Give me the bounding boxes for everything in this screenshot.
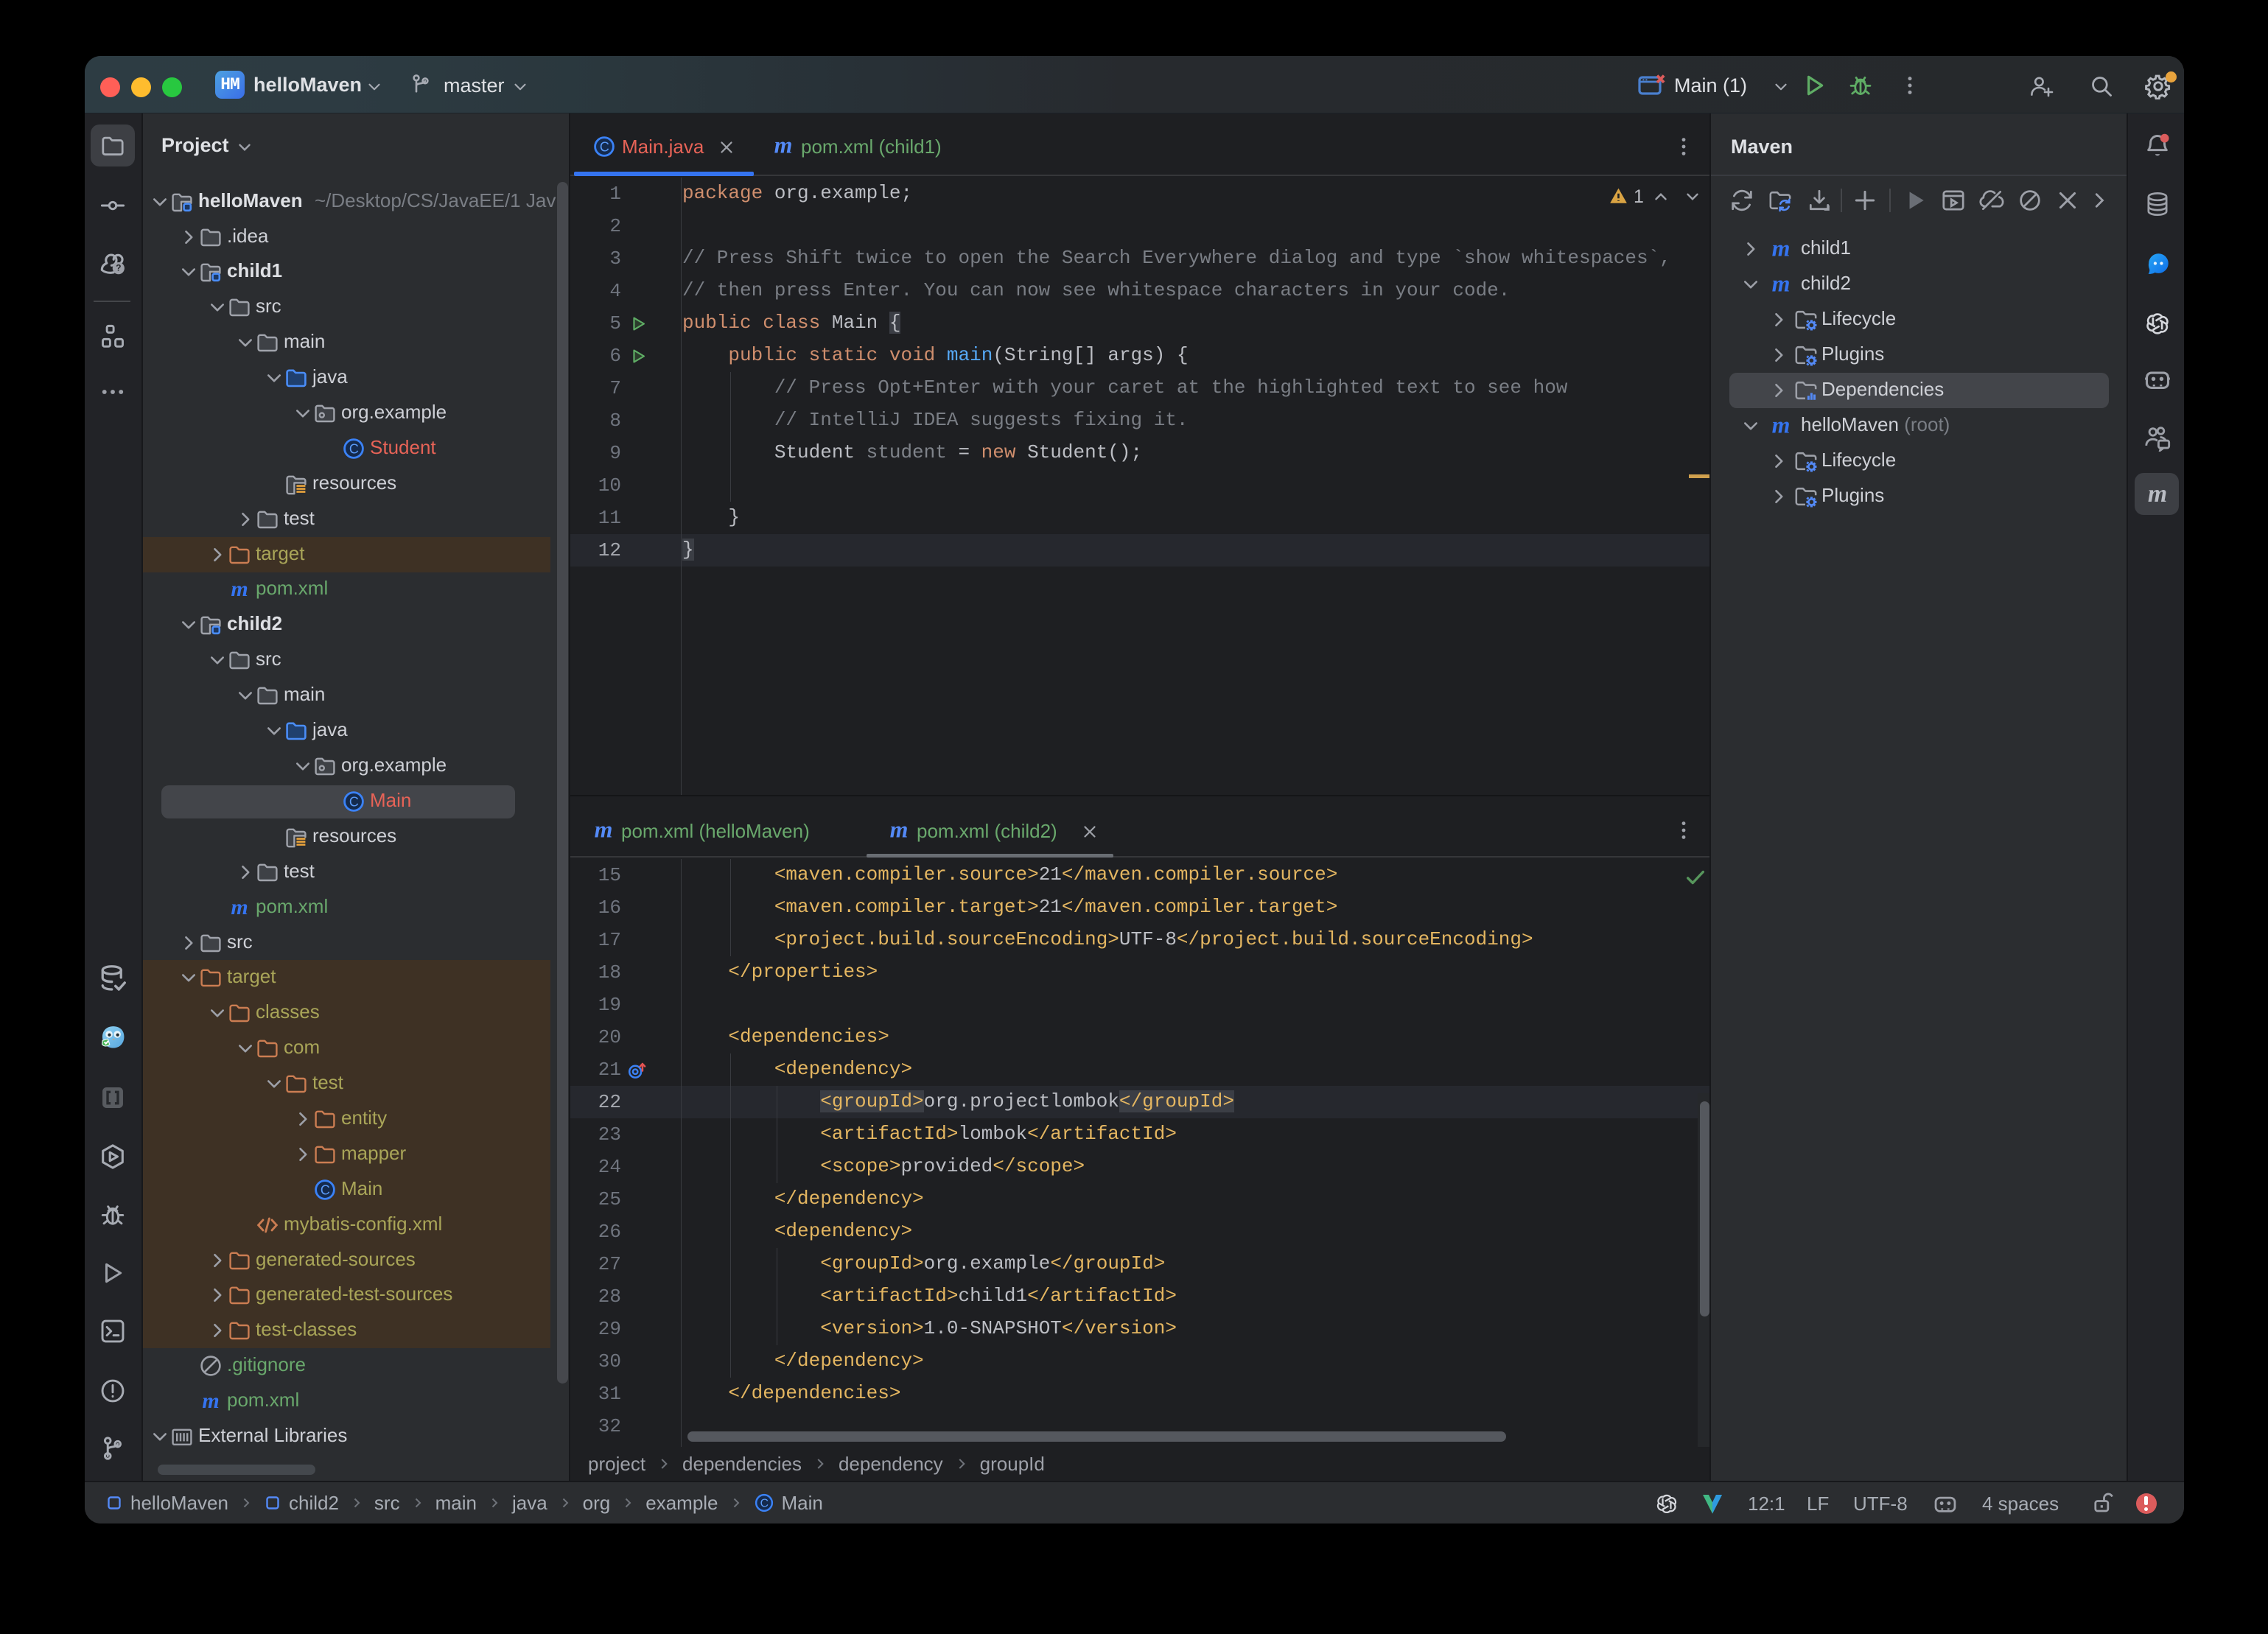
svg-text:C: C xyxy=(349,441,359,456)
svg-text:?: ? xyxy=(116,262,121,273)
svg-text:m: m xyxy=(231,896,248,919)
svg-text:m: m xyxy=(890,818,909,843)
svg-text:m: m xyxy=(1772,236,1791,262)
svg-text:m: m xyxy=(202,1389,219,1413)
svg-text:C: C xyxy=(349,794,359,809)
svg-text:m: m xyxy=(1772,272,1791,297)
svg-text:m: m xyxy=(1772,413,1791,438)
svg-text:C: C xyxy=(760,1498,768,1510)
svg-text:m: m xyxy=(595,818,613,843)
svg-text:C: C xyxy=(600,139,609,154)
svg-text:m: m xyxy=(2148,481,2167,508)
svg-text:m: m xyxy=(231,578,248,601)
svg-text:m: m xyxy=(774,133,793,158)
svg-text:C: C xyxy=(321,1182,330,1197)
